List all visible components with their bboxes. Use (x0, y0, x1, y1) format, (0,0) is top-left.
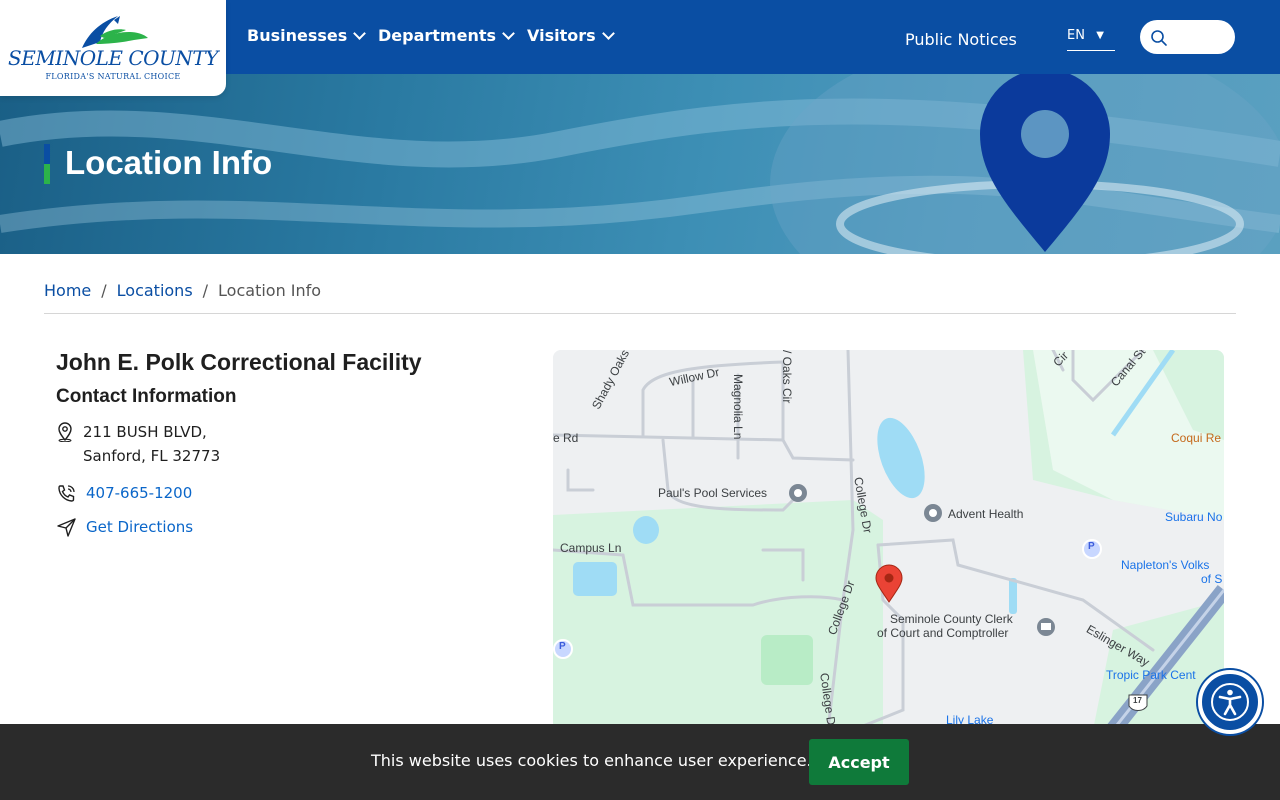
send-icon (57, 518, 76, 537)
map-parking-marker: P (559, 641, 566, 652)
breadcrumb-separator: / (202, 281, 209, 300)
language-value: EN (1067, 28, 1085, 43)
search-icon (1151, 30, 1167, 46)
map-label-clerk-1: Seminole County Clerk (890, 612, 1013, 626)
map-label-tropic-park: Tropic Park Cent (1106, 668, 1196, 682)
location-pin-icon (58, 422, 72, 442)
map-route-shield: 17 (1133, 696, 1142, 705)
map-label-advent: Advent Health (948, 507, 1024, 521)
breadcrumb-home[interactable]: Home (44, 281, 91, 300)
map-label-oaks-cir: / Oaks Cir (780, 350, 794, 404)
public-notices-link[interactable]: Public Notices (905, 30, 1017, 49)
location-map[interactable]: Shady Oaks Cir Willow Dr Magnolia Ln / O… (553, 350, 1224, 730)
hero-accent-bar (44, 144, 50, 184)
nav-businesses[interactable]: Businesses (247, 26, 367, 45)
nav-departments[interactable]: Departments (378, 26, 515, 45)
breadcrumb-current: Location Info (218, 281, 322, 300)
divider (44, 313, 1236, 314)
phone-link[interactable]: 407-665-1200 (86, 483, 192, 503)
map-label-subaru: Subaru No (1165, 510, 1223, 524)
nav-visitors[interactable]: Visitors (527, 26, 615, 45)
hero-banner: Location Info (0, 74, 1280, 254)
nav-visitors-label: Visitors (527, 26, 596, 45)
map-label-coqui: Coqui Re (1171, 431, 1222, 445)
map-label-campus: Campus Ln (560, 541, 622, 555)
map-label-clerk-2: of Court and Comptroller (877, 626, 1009, 640)
chevron-down-icon (601, 26, 615, 40)
logo-tagline: FLORIDA'S NATURAL CHOICE (45, 72, 181, 81)
contact-heading: Contact Information (56, 386, 237, 407)
accept-cookies-button[interactable]: Accept (809, 739, 909, 785)
accessibility-icon (1211, 683, 1249, 721)
map-label-pauls-pool: Paul's Pool Services (658, 486, 768, 500)
chevron-down-icon (502, 26, 515, 40)
address: 211 BUSH BLVD, Sanford, FL 32773 (56, 420, 220, 468)
breadcrumb: Home / Locations / Location Info (44, 281, 321, 300)
nav-departments-label: Departments (378, 26, 497, 45)
address-line-1: 211 BUSH BLVD, (83, 423, 207, 441)
logo-name: SEMINOLE COUNTY (8, 46, 218, 70)
facility-name: John E. Polk Correctional Facility (56, 349, 422, 375)
breadcrumb-locations[interactable]: Locations (117, 281, 193, 300)
nav-businesses-label: Businesses (247, 26, 348, 45)
phone-row: 407-665-1200 (56, 483, 192, 504)
phone-icon (58, 485, 75, 502)
address-line-2: Sanford, FL 32773 (83, 447, 221, 465)
language-select[interactable]: EN ▼ (1067, 28, 1115, 51)
accessibility-button[interactable] (1198, 670, 1262, 734)
breadcrumb-separator: / (101, 281, 107, 300)
chevron-down-icon (353, 26, 367, 40)
site-logo[interactable]: SEMINOLE COUNTY FLORIDA'S NATURAL CHOICE (0, 0, 226, 96)
map-label-rd: e Rd (553, 431, 579, 445)
search-input[interactable] (1140, 20, 1235, 54)
get-directions-link[interactable]: Get Directions (86, 517, 193, 537)
caret-down-icon: ▼ (1096, 30, 1104, 41)
cookie-message: This website uses cookies to enhance use… (371, 751, 812, 770)
page-title: Location Info (65, 144, 273, 181)
directions-row: Get Directions (56, 517, 193, 538)
map-label-napleton-2: of S (1201, 572, 1223, 586)
map-label-napleton-1: Napleton's Volks (1121, 558, 1210, 572)
map-parking-marker: P (1088, 541, 1095, 552)
map-label-magnolia: Magnolia Ln (731, 374, 745, 440)
cookie-banner: This website uses cookies to enhance use… (0, 724, 1280, 800)
